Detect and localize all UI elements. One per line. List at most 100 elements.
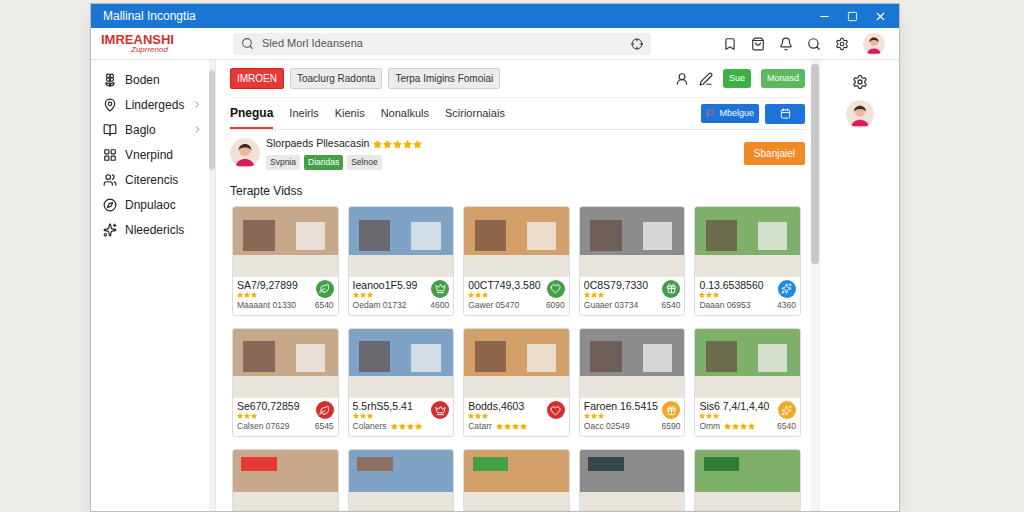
app-window: Mallinal IncongtiaIMREANSHIZuprrenodSled…: [90, 3, 900, 512]
card-photo[interactable]: [464, 207, 569, 277]
product-card[interactable]: Faroen 16.5415Oacc 025496590: [579, 328, 686, 438]
filter-icon[interactable]: [631, 38, 643, 50]
product-card[interactable]: 0C8S79,7330Guaaer 037346540: [579, 206, 686, 316]
product-card[interactable]: Bodds,4603Catarr: [463, 328, 570, 438]
card-photo[interactable]: [233, 207, 338, 277]
subtab[interactable]: Sciriornaiais: [445, 98, 505, 129]
star-icon: [732, 423, 739, 430]
avatar-icon[interactable]: [846, 100, 874, 128]
sidebar-item[interactable]: Lindergeds: [103, 97, 203, 112]
card-photo[interactable]: [580, 207, 685, 277]
product-card[interactable]: Se670,72859Calsen 076296545: [232, 328, 339, 438]
toolbar-tab[interactable]: IMROEN: [230, 68, 284, 89]
star-icon: [353, 292, 359, 298]
badge-icon: [550, 405, 561, 416]
card-badge[interactable]: [431, 280, 449, 298]
gear-icon[interactable]: [852, 74, 868, 90]
card-photo[interactable]: [695, 207, 800, 277]
card-photo[interactable]: [349, 329, 454, 399]
sidebar-item[interactable]: Baglo: [103, 122, 203, 137]
search-icon[interactable]: [807, 37, 821, 51]
card-badge[interactable]: [778, 401, 796, 419]
card-title: Sis6 7,4/1,4,40: [699, 400, 769, 413]
product-card[interactable]: 5.5rhS5,5.41Colaners: [348, 328, 455, 438]
sidebar-item[interactable]: Dnpulaoc: [103, 197, 203, 212]
sidebar-item-icon: [103, 73, 117, 87]
sidebar-item[interactable]: Boden: [103, 72, 203, 87]
bookmark-icon[interactable]: [723, 37, 737, 51]
card-photo[interactable]: [695, 329, 800, 399]
card-photo[interactable]: [349, 207, 454, 277]
subtab[interactable]: Pnegua: [230, 98, 273, 129]
toolbar-button[interactable]: Sue: [723, 69, 751, 89]
user-icon[interactable]: [675, 72, 689, 86]
star-rating: [584, 413, 658, 419]
product-card[interactable]: [463, 449, 570, 511]
product-card[interactable]: [232, 449, 339, 511]
subtab[interactable]: Ineirls: [289, 98, 318, 129]
card-photo[interactable]: [233, 329, 338, 399]
card-badge[interactable]: [662, 401, 680, 419]
subtab-button[interactable]: Mbelgue: [701, 104, 759, 124]
avatar-icon[interactable]: [230, 138, 260, 168]
bag-icon[interactable]: [751, 37, 765, 51]
star-icon: [399, 423, 406, 430]
product-card[interactable]: [579, 449, 686, 511]
sidebar-item[interactable]: Citerencis: [103, 172, 203, 187]
star-icon: [504, 423, 511, 430]
card-caption: Daaan 06953: [699, 299, 750, 312]
close-icon[interactable]: [874, 10, 887, 23]
calendar-button[interactable]: [765, 104, 805, 124]
gear-icon[interactable]: [835, 37, 849, 51]
maximize-icon[interactable]: [847, 11, 858, 22]
star-icon: [699, 292, 705, 298]
product-card[interactable]: SA7/9,27899Maaaant 013306540: [232, 206, 339, 316]
product-card[interactable]: Sis6 7,4/1,4,40Omm6540: [694, 328, 801, 438]
product-card[interactable]: [694, 449, 801, 511]
product-card[interactable]: 0.13.6538560Daaan 069534360: [694, 206, 801, 316]
card-badge[interactable]: [778, 280, 796, 298]
card-photo[interactable]: [464, 329, 569, 399]
main-scrollbar[interactable]: [811, 60, 819, 511]
profile-chip[interactable]: Selnoe: [347, 155, 381, 170]
star-icon: [520, 423, 527, 430]
product-card[interactable]: 00CT749,3.580Gawer 054706090: [463, 206, 570, 316]
card-badge[interactable]: [431, 401, 449, 419]
star-icon: [482, 413, 488, 419]
action-button[interactable]: Sbanjaiel: [744, 142, 805, 165]
card-photo[interactable]: [580, 329, 685, 399]
card-title: SA7/9,27899: [237, 279, 298, 292]
toolbar-button[interactable]: Monasd: [761, 69, 805, 89]
subtab[interactable]: Kienis: [335, 98, 365, 129]
avatar-icon[interactable]: [863, 33, 885, 55]
subtab-bar: Pnegua Ineirls Kienis Nonalkuls Sciriornaiai…: [230, 98, 805, 130]
card-title: 0.13.6538560: [699, 279, 763, 292]
search-field[interactable]: Sled Morl Ideansena: [233, 33, 651, 55]
star-icon: [598, 413, 604, 419]
star-icon: [244, 413, 250, 419]
sidebar-item[interactable]: Vnerpind: [103, 147, 203, 162]
toolbar-tab[interactable]: Toaclurg Radonta: [290, 68, 382, 89]
product-card[interactable]: Ieanoo1F5.99Oedam 017324600: [348, 206, 455, 316]
minimize-icon[interactable]: [818, 10, 831, 23]
card-badge[interactable]: [316, 401, 334, 419]
star-icon: [360, 292, 366, 298]
pen-icon[interactable]: [699, 72, 713, 86]
logo[interactable]: IMREANSHIZuprrenod: [101, 33, 221, 54]
star-icon: [415, 423, 422, 430]
star-icon: [391, 423, 398, 430]
profile-chip[interactable]: Svpnia: [266, 155, 300, 170]
product-card[interactable]: [348, 449, 455, 511]
toolbar-tab[interactable]: Terpa Imigins Fomoiai: [388, 68, 500, 89]
bell-icon[interactable]: [779, 37, 793, 51]
card-badge[interactable]: [547, 280, 565, 298]
profile-chip[interactable]: Diaridas: [304, 155, 343, 170]
card-badge[interactable]: [662, 280, 680, 298]
badge-icon: [666, 283, 677, 294]
card-badge[interactable]: [316, 280, 334, 298]
subtab[interactable]: Nonalkuls: [381, 98, 429, 129]
star-icon: [482, 292, 488, 298]
sidebar-item[interactable]: Nleedericls: [103, 222, 203, 237]
card-badge[interactable]: [547, 401, 565, 419]
card-caption: Catarr: [468, 420, 492, 433]
